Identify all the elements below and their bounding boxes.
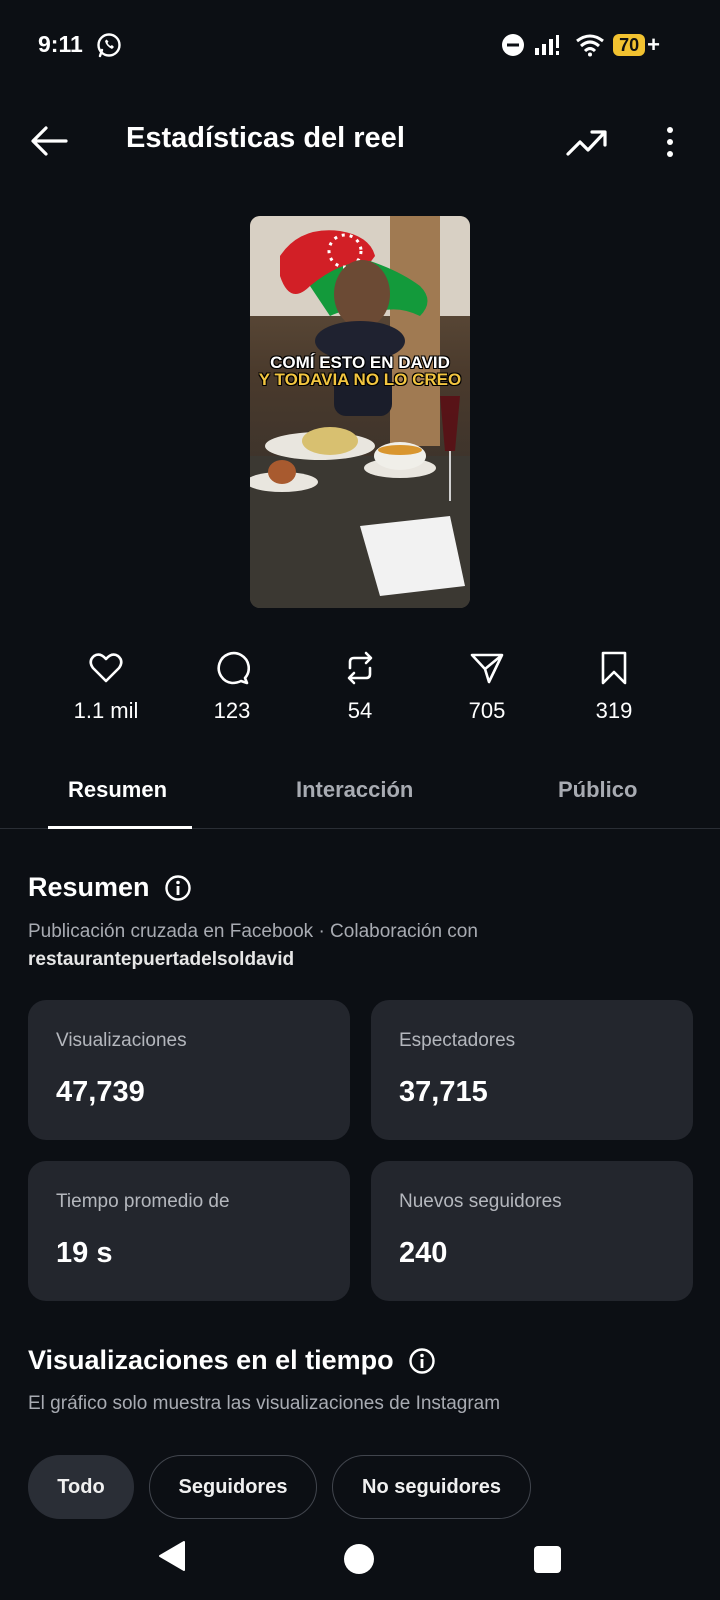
reposts-stat[interactable]: 54 bbox=[300, 650, 420, 724]
info-icon[interactable] bbox=[164, 874, 192, 902]
filter-chip-seguidores[interactable]: Seguidores bbox=[149, 1455, 317, 1519]
views-over-time-label: Visualizaciones en el tiempo bbox=[28, 1345, 394, 1375]
signal-icon bbox=[535, 35, 560, 55]
comments-stat[interactable]: 123 bbox=[172, 650, 292, 724]
views-over-time-note: El gráfico solo muestra las visualizacio… bbox=[28, 1393, 501, 1414]
crosspost-note: Publicación cruzada en Facebook · Colabo… bbox=[28, 921, 478, 942]
status-icons: 70 + bbox=[501, 32, 660, 58]
whatsapp-icon bbox=[97, 33, 121, 58]
nav-back-icon[interactable] bbox=[158, 1540, 186, 1572]
tab-resumen[interactable]: Resumen bbox=[68, 777, 167, 803]
card-value: 240 bbox=[399, 1237, 448, 1269]
summary-title: Resumen bbox=[28, 872, 150, 902]
system-navigation-bar bbox=[0, 1520, 720, 1600]
new-followers-card[interactable]: Nuevos seguidores 240 bbox=[371, 1161, 693, 1301]
filter-chip-todo[interactable]: Todo bbox=[28, 1455, 134, 1519]
shares-stat[interactable]: 705 bbox=[427, 650, 547, 724]
status-time: 9:11 bbox=[38, 31, 83, 57]
reel-caption-line-1: COMÍ ESTO EN DAVID bbox=[270, 353, 450, 372]
reposts-count: 54 bbox=[347, 698, 373, 723]
saves-count: 319 bbox=[595, 698, 633, 723]
top-app-bar: Estadísticas del reel bbox=[0, 100, 720, 180]
comments-count: 123 bbox=[213, 698, 251, 723]
insights-tabs: Resumen Interacción Público bbox=[0, 765, 720, 829]
saves-stat[interactable]: 319 bbox=[554, 650, 674, 724]
reel-thumbnail[interactable]: COMÍ ESTO EN DAVID Y TODAVIA NO LO CREO bbox=[250, 216, 470, 608]
likes-count: 1.1 mil bbox=[73, 698, 139, 723]
shares-count: 705 bbox=[468, 698, 506, 723]
share-icon bbox=[470, 653, 504, 684]
engagement-stats-row: 1.1 mil 123 54 705 319 bbox=[0, 650, 720, 740]
dnd-icon bbox=[502, 34, 525, 56]
views-over-time-title: Visualizaciones en el tiempo bbox=[28, 1345, 436, 1376]
status-bar: 9:11 70 + bbox=[0, 0, 720, 90]
trending-up-icon[interactable] bbox=[564, 120, 608, 164]
card-label: Tiempo promedio de bbox=[56, 1191, 230, 1212]
collaborator-username[interactable]: restaurantepuertadelsoldavid bbox=[28, 949, 294, 970]
card-value: 47,739 bbox=[56, 1076, 145, 1108]
battery-indicator: 70 bbox=[613, 34, 646, 56]
card-value: 19 s bbox=[56, 1237, 113, 1269]
filter-chip-no-seguidores[interactable]: No seguidores bbox=[332, 1455, 531, 1519]
reel-thumbnail-image bbox=[250, 216, 470, 608]
views-card[interactable]: Visualizaciones 47,739 bbox=[28, 1000, 350, 1140]
likes-stat[interactable]: 1.1 mil bbox=[46, 650, 166, 724]
card-value: 37,715 bbox=[399, 1076, 488, 1108]
viewers-card[interactable]: Espectadores 37,715 bbox=[371, 1000, 693, 1140]
tab-publico[interactable]: Público bbox=[558, 777, 637, 803]
tab-interaccion[interactable]: Interacción bbox=[296, 777, 413, 803]
card-label: Nuevos seguidores bbox=[399, 1191, 562, 1212]
repost-icon bbox=[347, 651, 373, 685]
page-title: Estadísticas del reel bbox=[126, 122, 405, 154]
bookmark-icon bbox=[601, 651, 627, 685]
comment-icon bbox=[217, 651, 250, 685]
reel-caption: COMÍ ESTO EN DAVID Y TODAVIA NO LO CREO bbox=[250, 354, 470, 388]
battery-charging-indicator: + bbox=[647, 32, 660, 57]
summary-subtitle: Publicación cruzada en Facebook · Colabo… bbox=[28, 918, 588, 974]
nav-home-icon[interactable] bbox=[344, 1544, 374, 1574]
heart-icon bbox=[89, 653, 123, 683]
reel-caption-line-2: Y TODAVIA NO LO CREO bbox=[258, 370, 462, 389]
card-label: Espectadores bbox=[399, 1030, 516, 1051]
more-options-icon[interactable] bbox=[652, 120, 688, 164]
summary-section-title: Resumen bbox=[28, 872, 192, 903]
card-label: Visualizaciones bbox=[56, 1030, 187, 1051]
avg-watch-time-card[interactable]: Tiempo promedio de 19 s bbox=[28, 1161, 350, 1301]
nav-recents-icon[interactable] bbox=[534, 1546, 561, 1573]
active-tab-indicator bbox=[48, 826, 192, 829]
wifi-icon bbox=[576, 34, 605, 57]
back-arrow-icon[interactable] bbox=[26, 118, 72, 164]
info-icon[interactable] bbox=[408, 1347, 436, 1375]
